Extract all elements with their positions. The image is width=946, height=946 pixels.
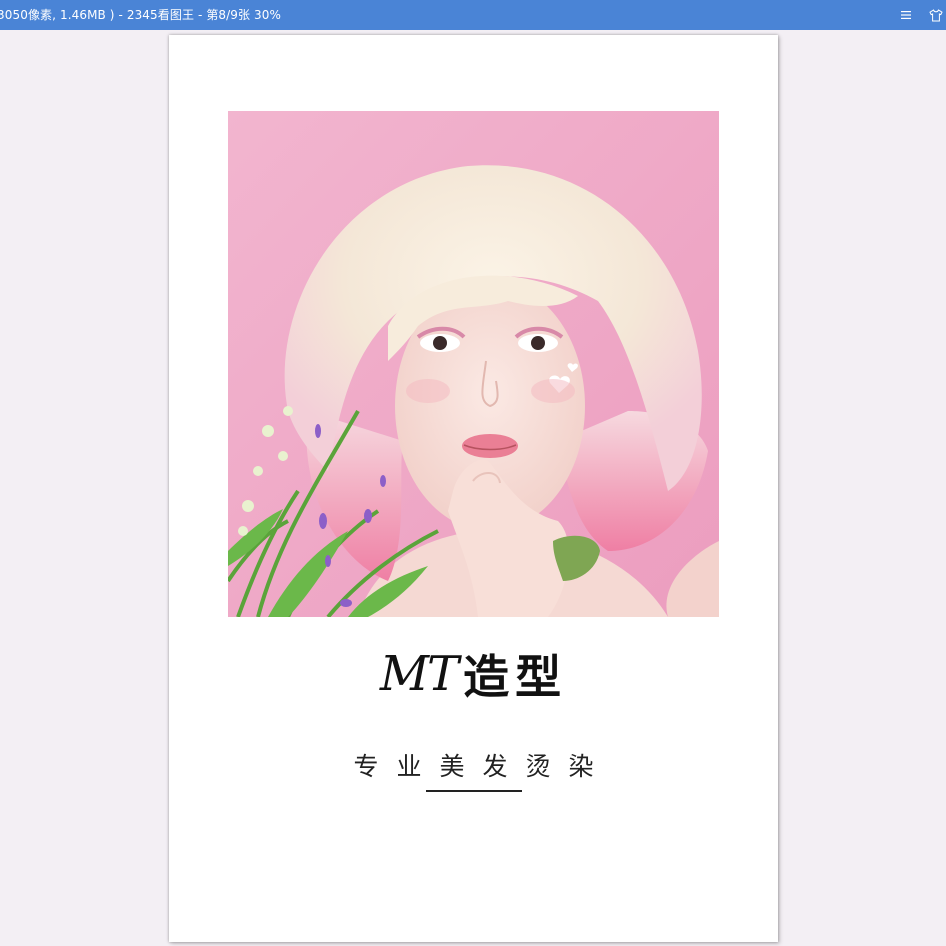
menu-icon[interactable]: [898, 7, 914, 23]
image-viewer-canvas[interactable]: MT 造型 专业美发烫染: [0, 30, 946, 946]
poster-image: MT 造型 专业美发烫染: [169, 35, 778, 942]
portrait-photo: [228, 111, 719, 617]
brand-chinese: 造型: [463, 650, 568, 704]
window-title: 3050像素, 1.46MB ) - 2345看图王 - 第8/9张 30%: [0, 8, 282, 22]
brand-latin: MT: [379, 646, 459, 702]
title-bar: 3050像素, 1.46MB ) - 2345看图王 - 第8/9张 30%: [0, 0, 946, 30]
skin-icon[interactable]: [928, 7, 944, 23]
poster-subtitle: 专业美发烫染: [353, 752, 612, 781]
brand-logo: MT 造型: [169, 641, 778, 707]
subtitle-underline: [426, 790, 522, 792]
